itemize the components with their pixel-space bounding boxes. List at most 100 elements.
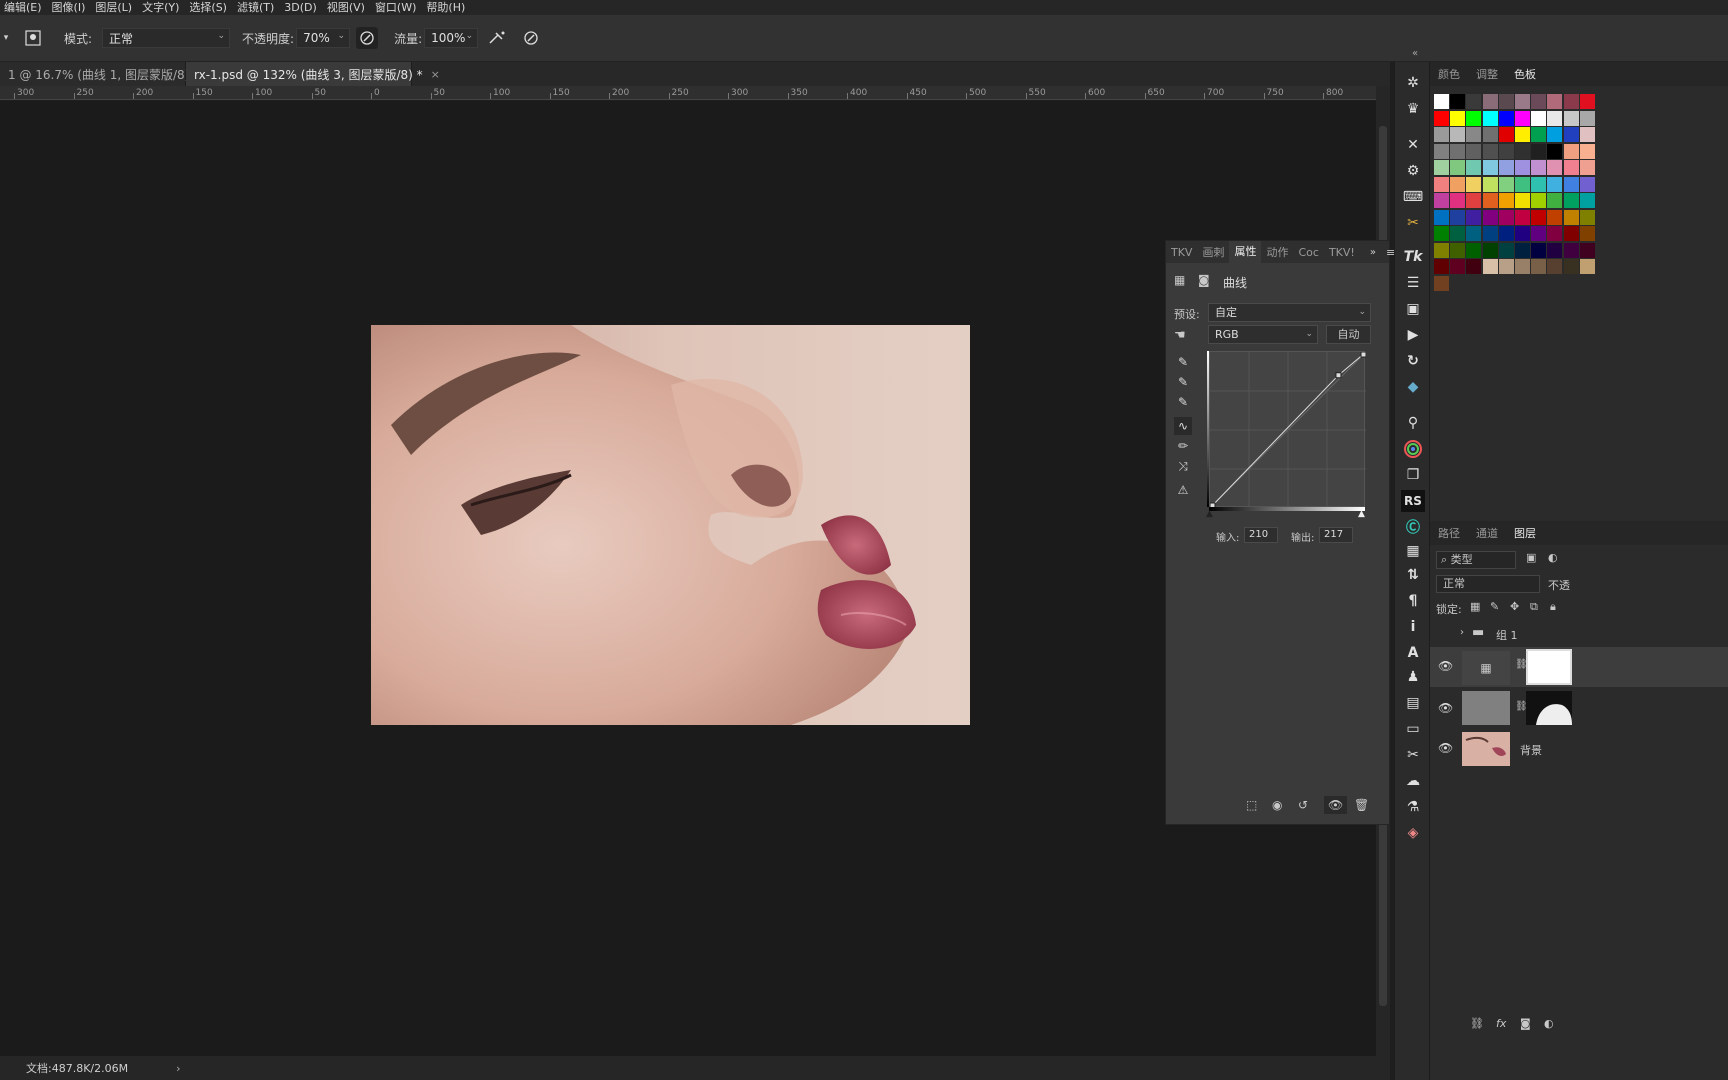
on-image-adjust-icon[interactable]: ☚ bbox=[1174, 328, 1186, 343]
tools-plugin-icon[interactable]: ✂ bbox=[1401, 212, 1425, 234]
swatch[interactable] bbox=[1531, 94, 1547, 109]
layers-plugin-icon[interactable]: ◈ bbox=[1401, 822, 1425, 844]
swatch[interactable] bbox=[1466, 160, 1482, 175]
white-slider-icon[interactable]: ▲ bbox=[1358, 509, 1365, 519]
swatch[interactable] bbox=[1531, 160, 1547, 175]
swatch[interactable] bbox=[1579, 242, 1595, 258]
swatch[interactable] bbox=[1434, 193, 1449, 208]
menu-item-7[interactable]: 视图(V) bbox=[323, 0, 371, 15]
swatch[interactable] bbox=[1531, 110, 1547, 126]
menu-item-8[interactable]: 窗口(W) bbox=[371, 0, 422, 15]
layer-filter[interactable]: ⌕ 类型 bbox=[1436, 551, 1516, 569]
swatch[interactable] bbox=[1498, 110, 1514, 126]
fx-icon[interactable]: fx bbox=[1496, 1017, 1506, 1030]
swatch[interactable] bbox=[1498, 176, 1514, 192]
swatch[interactable] bbox=[1434, 242, 1449, 258]
swatch[interactable] bbox=[1466, 193, 1482, 208]
swatch[interactable] bbox=[1434, 275, 1449, 291]
swatch[interactable] bbox=[1466, 226, 1482, 241]
lock-all-icon[interactable]: 🔒︎ bbox=[1550, 600, 1556, 614]
swatch[interactable] bbox=[1466, 259, 1482, 274]
gray-point-eyedropper-icon[interactable]: ✎ bbox=[1174, 373, 1192, 391]
tab-channels[interactable]: 通道 bbox=[1468, 525, 1506, 541]
swatch[interactable] bbox=[1482, 127, 1498, 142]
swatch[interactable] bbox=[1450, 259, 1466, 274]
flow-input[interactable]: 100% ⌄ bbox=[424, 28, 479, 48]
visibility-eye-icon[interactable]: 👁︎ bbox=[1324, 796, 1348, 814]
swatch[interactable] bbox=[1482, 209, 1498, 225]
rs-plugin-icon[interactable]: RS bbox=[1401, 490, 1425, 512]
swatch[interactable] bbox=[1547, 176, 1563, 192]
link-layers-icon[interactable]: ⛓︎ bbox=[1470, 1017, 1484, 1030]
tab-color[interactable]: 颜色 bbox=[1430, 66, 1468, 82]
black-slider-icon[interactable]: ▲ bbox=[1206, 509, 1213, 519]
swatch[interactable] bbox=[1547, 143, 1563, 159]
swatch[interactable] bbox=[1482, 193, 1498, 208]
swatch[interactable] bbox=[1547, 259, 1563, 274]
play-icon[interactable]: ▶ bbox=[1401, 324, 1425, 346]
swatch[interactable] bbox=[1531, 127, 1547, 142]
swatch[interactable] bbox=[1515, 259, 1530, 274]
layer-group-1[interactable]: › ▬ 组 1 bbox=[1430, 621, 1728, 647]
collapse-icon[interactable]: « bbox=[1412, 48, 1418, 59]
swatch[interactable] bbox=[1498, 193, 1514, 208]
swatch[interactable] bbox=[1547, 94, 1563, 109]
swatch[interactable] bbox=[1515, 226, 1530, 241]
cloud-icon[interactable]: ☁ bbox=[1401, 770, 1425, 792]
color-wheel-icon[interactable] bbox=[1401, 438, 1425, 460]
swatch[interactable] bbox=[1482, 259, 1498, 274]
lock-pixels-icon[interactable]: ▦ bbox=[1470, 600, 1480, 613]
swatch[interactable] bbox=[1450, 127, 1466, 142]
swatch[interactable] bbox=[1482, 176, 1498, 192]
close-icon[interactable]: × bbox=[431, 68, 440, 81]
white-mask-thumb[interactable] bbox=[1526, 649, 1572, 685]
swatch[interactable] bbox=[1498, 242, 1514, 258]
swatch[interactable] bbox=[1579, 110, 1595, 126]
tab-document-rx1[interactable]: rx-1.psd @ 132% (曲线 3, 图层蒙版/8) * × bbox=[186, 62, 440, 86]
swatch[interactable] bbox=[1466, 110, 1482, 126]
swatch[interactable] bbox=[1563, 242, 1579, 258]
swatch[interactable] bbox=[1450, 160, 1466, 175]
black-point-eyedropper-icon[interactable]: ✎ bbox=[1174, 353, 1192, 371]
swatch[interactable] bbox=[1563, 226, 1579, 241]
swatch[interactable] bbox=[1579, 226, 1595, 241]
expand-panel-icon[interactable]: » bbox=[1370, 247, 1376, 258]
mask-icon[interactable]: ◙ bbox=[1198, 273, 1210, 287]
curve-control-point[interactable] bbox=[1335, 372, 1342, 379]
view-previous-icon[interactable]: ◉ bbox=[1272, 798, 1282, 812]
tab-coc[interactable]: Coc bbox=[1293, 246, 1323, 259]
crown-plugin-icon[interactable]: ♛ bbox=[1401, 98, 1425, 120]
output-field[interactable]: 217 bbox=[1319, 527, 1353, 543]
airbrush-icon[interactable] bbox=[486, 27, 508, 49]
tab-actions[interactable]: 动作 bbox=[1261, 244, 1293, 260]
menu-item-2[interactable]: 图层(L) bbox=[91, 0, 138, 15]
expand-icon[interactable]: › bbox=[1460, 627, 1464, 638]
swatch[interactable] bbox=[1547, 242, 1563, 258]
swatch[interactable] bbox=[1482, 160, 1498, 175]
visibility-eye-icon[interactable]: 👁︎ bbox=[1438, 701, 1453, 715]
swatch[interactable] bbox=[1434, 127, 1449, 142]
menu-item-4[interactable]: 选择(S) bbox=[185, 0, 233, 15]
panel-menu-icon[interactable]: ≡ bbox=[1386, 246, 1395, 259]
swatch[interactable] bbox=[1434, 176, 1449, 192]
tk-plugin-icon[interactable]: Tk bbox=[1401, 246, 1425, 268]
menu-item-3[interactable]: 文字(Y) bbox=[138, 0, 185, 15]
face-mask-thumb[interactable] bbox=[1526, 691, 1572, 725]
menu-item-5[interactable]: 滤镜(T) bbox=[233, 0, 280, 15]
status-menu-arrow[interactable]: › bbox=[176, 1062, 180, 1075]
pressure-size-icon[interactable] bbox=[520, 27, 542, 49]
swatch[interactable] bbox=[1466, 209, 1482, 225]
swatch[interactable] bbox=[1563, 127, 1579, 142]
grid-plugin-icon[interactable]: ▦ bbox=[1401, 540, 1425, 562]
swatch[interactable] bbox=[1563, 176, 1579, 192]
swatch[interactable] bbox=[1531, 242, 1547, 258]
swatch[interactable] bbox=[1450, 94, 1466, 109]
camera-plugin-icon[interactable]: ▣ bbox=[1401, 298, 1425, 320]
visibility-eye-icon[interactable]: 👁︎ bbox=[1438, 659, 1453, 673]
preset-select[interactable]: 自定 ⌄ bbox=[1208, 303, 1371, 322]
c-plugin-icon[interactable]: Ⓒ bbox=[1401, 516, 1425, 538]
printer-plugin-icon[interactable]: ⌨ bbox=[1401, 186, 1425, 208]
swatch[interactable] bbox=[1482, 143, 1498, 159]
swatch[interactable] bbox=[1498, 127, 1514, 142]
swatch[interactable] bbox=[1434, 110, 1449, 126]
